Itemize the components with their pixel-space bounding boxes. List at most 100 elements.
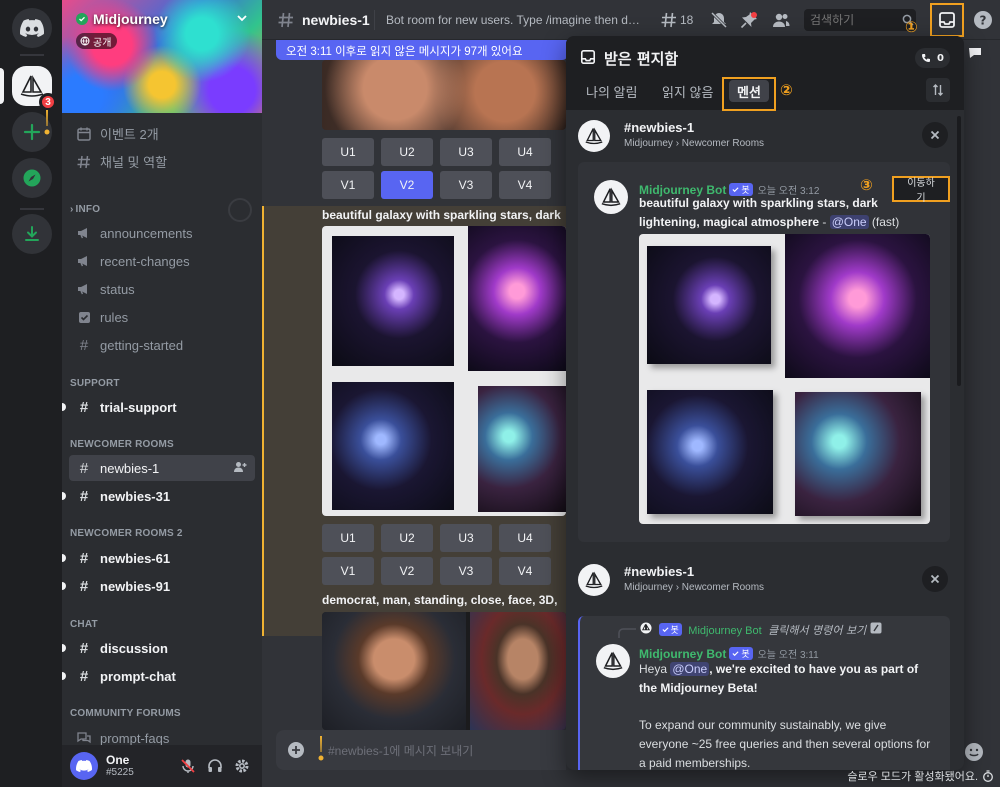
galaxy-image-grid[interactable]	[322, 226, 566, 516]
bot-badge: 봇	[658, 623, 682, 636]
inbox-button[interactable]	[930, 3, 964, 37]
v3-button[interactable]: V3	[440, 171, 492, 199]
tab-for-you[interactable]: 나의 알림	[578, 80, 645, 102]
message-composer[interactable]: #newbies-1에 메시지 보내기	[276, 730, 566, 770]
mention-message-card[interactable]: 봇 Midjourney Bot 클릭해서 명령어 보기 Midjourney …	[578, 616, 950, 770]
channel-newbies-91[interactable]: # newbies-91	[62, 573, 255, 599]
mention-channel-name[interactable]: #newbies-1	[624, 564, 694, 579]
channel-prompt-chat[interactable]: # prompt-chat	[62, 663, 255, 689]
events-item[interactable]: 이벤트 2개	[76, 124, 159, 143]
v4-button[interactable]: V4	[499, 557, 551, 585]
explore-servers-button[interactable]	[12, 158, 52, 198]
u2-button[interactable]: U2	[381, 524, 433, 552]
mic-muted-icon[interactable]	[180, 758, 196, 774]
attach-plus-icon[interactable]	[288, 742, 304, 758]
channels-roles-item[interactable]: 채널 및 역할	[76, 152, 167, 171]
channel-newbies-31[interactable]: # newbies-31	[62, 483, 255, 509]
channel-rules[interactable]: rules	[69, 304, 255, 330]
notification-muted-icon[interactable]	[710, 11, 728, 29]
channel-discussion[interactable]: # discussion	[62, 635, 255, 661]
reply-reference[interactable]: 봇 Midjourney Bot 클릭해서 명령어 보기	[618, 622, 882, 638]
u4-button[interactable]: U4	[499, 138, 551, 166]
category-community-forums[interactable]: COMMUNITY FORUMS	[70, 708, 181, 719]
close-button[interactable]	[922, 566, 948, 592]
category-newcomer-rooms[interactable]: NEWCOMER ROOMS	[70, 439, 174, 450]
emoji-icon[interactable]	[964, 742, 984, 762]
tab-unreads[interactable]: 읽지 않음	[654, 80, 721, 102]
channel-getting-started[interactable]: # getting-started	[69, 332, 255, 358]
close-button[interactable]	[922, 122, 948, 148]
mention-message-card[interactable]: Midjourney Bot 봇 오늘 오전 3:12 이동하기 ③ beautif…	[578, 162, 950, 542]
search-input[interactable]	[804, 9, 916, 31]
unread-messages-bar[interactable]: 오전 3:11 이후로 읽지 않은 메시지가 97개 있어요	[276, 40, 568, 60]
reply-icon[interactable]	[968, 46, 984, 60]
pin-icon[interactable]	[740, 11, 758, 29]
v1-button[interactable]: V1	[322, 557, 374, 585]
v4-button[interactable]: V4	[499, 171, 551, 199]
channel-newbies-61[interactable]: # newbies-61	[62, 545, 255, 571]
mention-channel-name[interactable]: #newbies-1	[624, 120, 694, 135]
channel-recent-changes[interactable]: recent-changes	[69, 248, 255, 274]
inbox-panel: 받은 편지함 0 나의 알림 읽지 않음 멘션 ② #newbies-1 Mid…	[566, 36, 964, 770]
avatar[interactable]	[70, 752, 98, 780]
headphones-icon[interactable]	[207, 758, 223, 774]
u1-button[interactable]: U1	[322, 138, 374, 166]
gear-icon[interactable]	[234, 758, 250, 774]
chevron-down-icon[interactable]	[236, 12, 248, 24]
hash-icon: #	[79, 336, 89, 354]
server-icon-midjourney[interactable]: 3	[12, 66, 57, 111]
user-mention[interactable]: @One	[670, 662, 710, 676]
u4-button[interactable]: U4	[499, 524, 551, 552]
threads-icon[interactable]	[660, 11, 678, 29]
call-count-badge[interactable]: 0	[915, 48, 950, 68]
loading-spinner-icon	[228, 198, 252, 222]
avatar[interactable]	[596, 644, 630, 678]
u3-button[interactable]: U3	[440, 138, 492, 166]
add-member-icon[interactable]	[233, 460, 247, 474]
category-info[interactable]: › INFO	[70, 204, 100, 215]
portrait-image-grid[interactable]	[322, 612, 566, 730]
author-name[interactable]: Midjourney Bot	[639, 647, 726, 661]
avatar[interactable]	[594, 180, 628, 214]
u1-button[interactable]: U1	[322, 524, 374, 552]
inbox-header: 받은 편지함 0 나의 알림 읽지 않음 멘션 ②	[566, 36, 964, 111]
v2-button[interactable]: V2	[381, 557, 433, 585]
galaxy-image-grid[interactable]	[639, 234, 930, 524]
v3-button[interactable]: V3	[440, 557, 492, 585]
v1-button[interactable]: V1	[322, 171, 374, 199]
category-support[interactable]: SUPPORT	[70, 378, 120, 389]
channel-status[interactable]: status	[69, 276, 255, 302]
category-newcomer-rooms-2[interactable]: NEWCOMER ROOMS 2	[70, 528, 183, 539]
channel-announcements[interactable]: announcements	[69, 220, 255, 246]
u3-button[interactable]: U3	[440, 524, 492, 552]
megaphone-icon	[76, 225, 92, 241]
channel-label: recent-changes	[100, 253, 190, 269]
previous-image-grid[interactable]	[322, 60, 566, 130]
mention-channel-path: Midjourney › Newcomer Rooms	[624, 582, 765, 593]
channel-newbies-1[interactable]: # newbies-1	[69, 455, 255, 481]
discord-home-button[interactable]	[12, 8, 52, 48]
rules-check-icon	[76, 309, 92, 325]
server-icon-midjourney	[578, 120, 610, 152]
filter-button[interactable]	[926, 78, 950, 102]
reply-author[interactable]: Midjourney Bot	[688, 625, 761, 637]
user-mention[interactable]: @One	[829, 215, 869, 229]
member-list-icon[interactable]	[772, 11, 790, 29]
channel-label: prompt-chat	[100, 668, 176, 684]
svg-text:?: ?	[980, 14, 987, 28]
channel-label: newbies-91	[100, 578, 171, 594]
megaphone-icon	[76, 281, 92, 297]
hash-icon: #	[79, 639, 89, 657]
hash-thread-icon: #	[79, 549, 89, 567]
category-chat[interactable]: CHAT	[70, 619, 98, 630]
channel-trial-support[interactable]: # trial-support	[62, 394, 255, 420]
server-name-button[interactable]: Midjourney	[76, 11, 168, 27]
u2-button[interactable]: U2	[381, 138, 433, 166]
chevron-down-icon: ›	[70, 204, 74, 215]
channel-topic[interactable]: Bot room for new users. Type /imagine th…	[386, 13, 646, 27]
help-icon[interactable]: ?	[973, 10, 993, 30]
v2-button[interactable]: V2	[381, 171, 433, 199]
download-apps-button[interactable]	[12, 214, 52, 254]
scrollbar[interactable]	[957, 116, 961, 386]
callout-frame	[722, 77, 776, 111]
